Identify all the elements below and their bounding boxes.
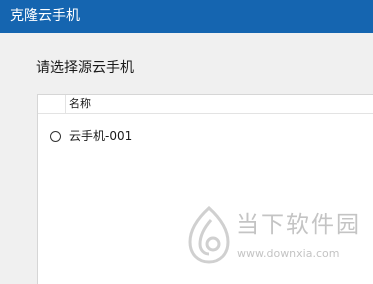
column-header-name[interactable]: 名称 <box>69 97 91 111</box>
watermark-url: www.downxia.com <box>237 247 340 260</box>
watermark-title: 当下软件园 <box>236 212 361 238</box>
header-column-divider <box>65 95 66 113</box>
window-title: 克隆云手机 <box>10 8 80 24</box>
watermark-logo-icon <box>188 206 230 264</box>
watermark: 当下软件园 www.downxia.com <box>186 206 361 266</box>
radio-button[interactable] <box>50 131 61 142</box>
list-header: 名称 <box>38 95 373 114</box>
select-source-prompt: 请选择源云手机 <box>36 60 134 76</box>
title-bar[interactable]: 克隆云手机 <box>0 0 373 33</box>
list-item[interactable]: 云手机-001 <box>38 127 373 149</box>
clone-cloud-phone-dialog: 克隆云手机 请选择源云手机 名称 云手机-001 当下软件园 www.downx… <box>0 0 373 284</box>
list-item-label[interactable]: 云手机-001 <box>69 129 132 144</box>
